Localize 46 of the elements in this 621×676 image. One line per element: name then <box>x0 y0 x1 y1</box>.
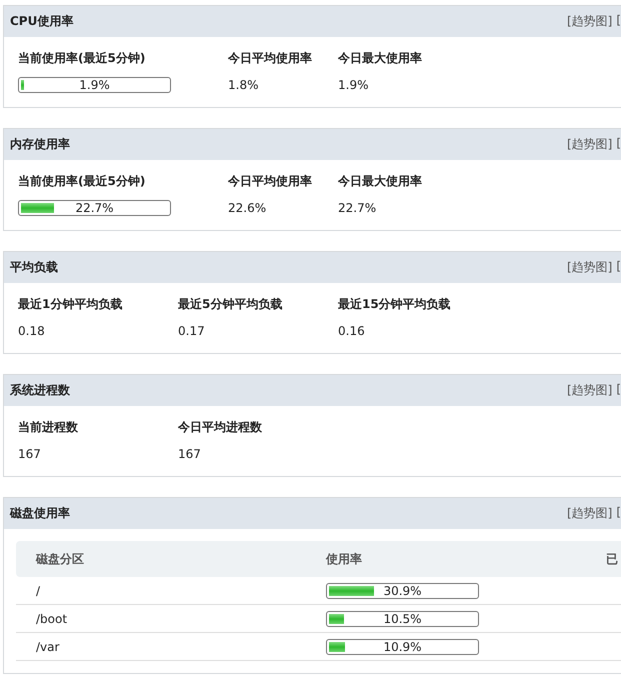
header-link[interactable]: [ <box>616 136 621 153</box>
stat-value: 1.9% <box>338 77 370 93</box>
header-link[interactable]: [趋势图] <box>566 382 612 399</box>
header-link[interactable]: [趋势图] <box>566 136 612 153</box>
stat-value: 0.17 <box>178 323 206 339</box>
stat-value: 0.16 <box>338 323 366 339</box>
progress-value: 30.9% <box>382 584 423 598</box>
panel-title: 内存使用率 <box>10 136 70 153</box>
stat-label: 最近1分钟平均负载 <box>18 296 124 313</box>
table-cell-text: / <box>36 584 42 598</box>
column-header: 已 <box>606 550 619 568</box>
header-link[interactable]: [ <box>616 13 621 30</box>
stat-label: 当前使用率(最近5分钟) <box>18 173 146 190</box>
stat-label: 今日平均使用率 <box>228 173 313 190</box>
stat-value: 167 <box>18 446 42 462</box>
stat-label: 今日平均进程数 <box>178 419 263 436</box>
stat-value: 22.6% <box>228 200 268 216</box>
stat-label: 最近5分钟平均负载 <box>178 296 284 313</box>
stat-value: 0.18 <box>18 323 46 339</box>
header-link[interactable]: [ <box>616 505 621 522</box>
stat-value: 1.8% <box>228 77 260 93</box>
panel-title: 平均负载 <box>10 259 58 276</box>
stat-value: 22.7% <box>338 200 378 216</box>
stat-label: 当前进程数 <box>18 419 79 436</box>
stat-label: 今日平均使用率 <box>228 50 313 67</box>
progress-value: 22.7% <box>74 201 115 215</box>
stat-label: 当前使用率(最近5分钟) <box>18 50 146 67</box>
column-header: 磁盘分区 <box>36 550 85 568</box>
panel-title: 磁盘使用率 <box>10 505 70 522</box>
header-link[interactable]: [趋势图] <box>566 505 612 522</box>
progress-value: 10.5% <box>382 612 423 626</box>
progress-value: 1.9% <box>78 78 111 92</box>
table-cell-text: /var <box>36 640 60 654</box>
column-header: 使用率 <box>326 550 363 568</box>
header-link[interactable]: [趋势图] <box>566 13 612 30</box>
stat-label: 最近15分钟平均负载 <box>338 296 452 313</box>
header-link[interactable]: [趋势图] <box>566 259 612 276</box>
header-link[interactable]: [ <box>616 259 621 276</box>
panel-title: CPU使用率 <box>10 13 74 30</box>
progress-value: 10.9% <box>382 640 423 654</box>
table-cell-text: /boot <box>36 612 68 626</box>
stat-value: 167 <box>178 446 202 462</box>
panel-title: 系统进程数 <box>10 382 70 399</box>
stat-label: 今日最大使用率 <box>338 50 423 67</box>
stat-label: 今日最大使用率 <box>338 173 423 190</box>
header-link[interactable]: [ <box>616 382 621 399</box>
